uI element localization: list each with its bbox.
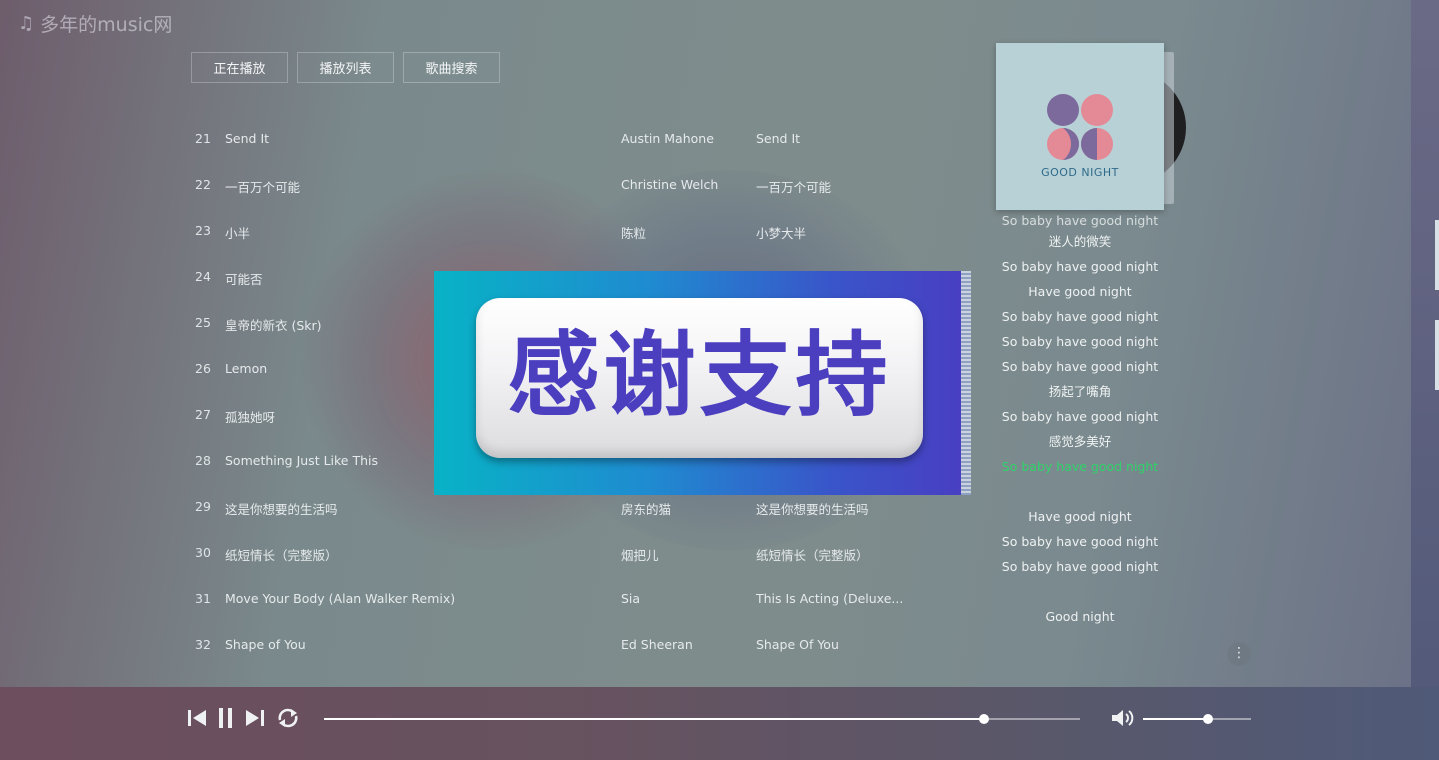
song-album: 小梦大半 (756, 226, 807, 241)
lyric-line: 迷人的微笑 (1048, 234, 1112, 249)
song-title: 这是你想要的生活吗 (225, 502, 338, 517)
song-number: 28 (195, 453, 211, 468)
lyric-line: So baby have good night (1001, 559, 1159, 574)
song-number: 32 (195, 637, 211, 652)
edge-tab (1435, 320, 1439, 390)
song-title: 可能否 (225, 272, 263, 287)
more-vertical-icon: ⋮ (1232, 645, 1246, 661)
album-cover: GOOD NIGHT (996, 43, 1164, 210)
volume-handle[interactable] (1202, 714, 1213, 724)
song-row[interactable]: 23 小半 陈粒 小梦大半 (191, 207, 951, 253)
cover-art-icon (1047, 94, 1113, 160)
thanks-banner: 感谢支持 (434, 271, 971, 495)
song-number: 30 (195, 545, 211, 560)
song-row[interactable]: 31 Move Your Body (Alan Walker Remix) Sia T… (191, 575, 951, 621)
previous-icon (188, 710, 206, 726)
song-row[interactable]: 30 纸短情长（完整版） 烟把儿 纸短情长（完整版） (191, 529, 951, 575)
song-number: 31 (195, 591, 211, 606)
song-title: Shape of You (225, 637, 306, 652)
song-artist: 烟把儿 (621, 548, 659, 563)
next-button[interactable] (245, 707, 265, 729)
tab-now-playing[interactable]: 正在播放 (191, 52, 288, 83)
loop-icon (278, 708, 298, 728)
song-number: 23 (195, 223, 211, 238)
song-title: Move Your Body (Alan Walker Remix) (225, 591, 456, 606)
song-number: 27 (195, 407, 211, 422)
lyric-line: So baby have good night (1001, 213, 1159, 228)
song-album: This Is Acting (Deluxe... (756, 591, 904, 606)
lyric-line-current: So baby have good night (1001, 459, 1159, 474)
song-row[interactable]: 21 Send It Austin Mahone Send It (191, 115, 951, 161)
tab-song-search[interactable]: 歌曲搜索 (403, 52, 500, 83)
song-number: 24 (195, 269, 211, 284)
song-number: 26 (195, 361, 211, 376)
song-artist: 陈粒 (621, 226, 647, 241)
song-artist: Christine Welch (621, 177, 719, 192)
more-options-button[interactable]: ⋮ (1227, 642, 1251, 666)
song-title: 纸短情长（完整版） (225, 548, 338, 563)
site-logo[interactable]: ♫ 多年的music网 (18, 10, 172, 37)
lyric-line: So baby have good night (1001, 259, 1159, 274)
volume-icon (1112, 710, 1134, 726)
window-edge (1411, 0, 1439, 687)
lyric-line: 感觉多美好 (1048, 434, 1112, 449)
song-title: 孤独她呀 (225, 410, 276, 425)
banner-text: 感谢支持 (507, 322, 892, 429)
progress-handle[interactable] (978, 714, 989, 724)
song-title: Lemon (225, 361, 268, 376)
song-album: Shape Of You (756, 637, 839, 652)
song-number: 22 (195, 177, 211, 192)
song-number: 29 (195, 499, 211, 514)
volume-fill (1143, 718, 1208, 720)
song-title: 小半 (225, 226, 251, 241)
disc-sleeve (1163, 52, 1174, 204)
song-album: Send It (756, 131, 801, 146)
progress-bar[interactable] (324, 714, 1080, 724)
lyric-line: So baby have good night (1001, 309, 1159, 324)
tab-playlist[interactable]: 播放列表 (297, 52, 394, 83)
lyrics-panel: So baby have good night 迷人的微笑 So baby have… (995, 212, 1165, 629)
banner-stripe (961, 271, 971, 495)
nav-tabs: 正在播放 播放列表 歌曲搜索 (191, 52, 500, 83)
music-note-icon: ♫ (18, 13, 35, 34)
lyric-line: So baby have good night (1001, 409, 1159, 424)
song-row[interactable]: 22 一百万个可能 Christine Welch 一百万个可能 (191, 161, 951, 207)
song-title: 一百万个可能 (225, 180, 301, 195)
edge-tab (1435, 220, 1439, 290)
song-album: 这是你想要的生活吗 (756, 502, 869, 517)
pause-button[interactable] (217, 707, 235, 729)
lyric-line: Good night (1045, 609, 1115, 624)
progress-fill (324, 718, 984, 720)
site-title: 多年的music网 (40, 14, 173, 36)
lyric-line (995, 579, 1165, 604)
song-artist: Sia (621, 591, 641, 606)
pause-icon (219, 708, 232, 728)
song-album: 纸短情长（完整版） (756, 548, 869, 563)
volume-button[interactable] (1110, 707, 1134, 729)
song-title: Send It (225, 131, 270, 146)
volume-slider[interactable] (1143, 714, 1251, 724)
song-number: 21 (195, 131, 211, 146)
lyric-line: So baby have good night (1001, 334, 1159, 349)
song-number: 25 (195, 315, 211, 330)
lyric-line (995, 479, 1165, 504)
song-artist: 房东的猫 (621, 502, 672, 517)
lyric-line: So baby have good night (1001, 534, 1159, 549)
banner-badge: 感谢支持 (476, 298, 923, 458)
next-icon (246, 710, 264, 726)
song-title: Something Just Like This (225, 453, 379, 468)
cover-title: GOOD NIGHT (1041, 166, 1119, 179)
lyric-line: Have good night (1028, 284, 1132, 299)
player-bar (0, 687, 1439, 760)
song-artist: Ed Sheeran (621, 637, 693, 652)
previous-button[interactable] (187, 707, 207, 729)
loop-button[interactable] (276, 707, 300, 729)
lyric-line: So baby have good night (1001, 359, 1159, 374)
song-artist: Austin Mahone (621, 131, 714, 146)
song-album: 一百万个可能 (756, 180, 832, 195)
song-title: 皇帝的新衣 (Skr) (225, 318, 322, 333)
lyric-line: Have good night (1028, 509, 1132, 524)
lyric-line: 扬起了嘴角 (1048, 384, 1112, 399)
song-row[interactable]: 32 Shape of You Ed Sheeran Shape Of You (191, 621, 951, 667)
